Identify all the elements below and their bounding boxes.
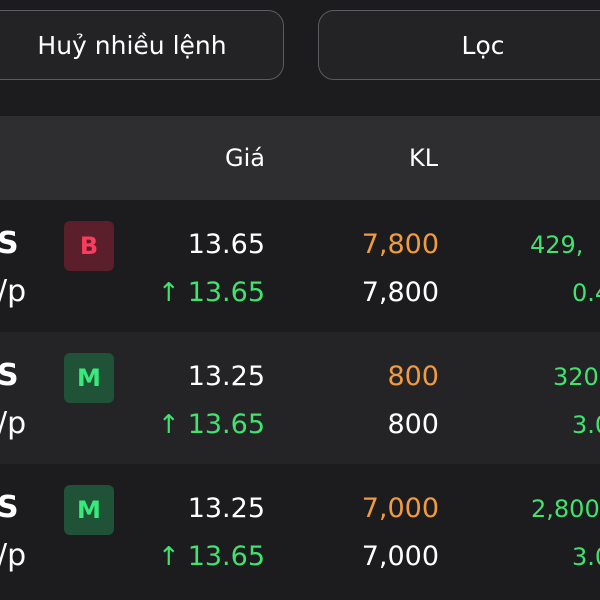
table-row[interactable]: S /p B 13.65 ↑ 13.65 7,800 7,800 429, 0.… xyxy=(0,200,600,332)
match-percent: 3.0 xyxy=(572,411,600,439)
side-badge-match: M xyxy=(64,353,114,403)
cancel-multiple-orders-label: Huỷ nhiều lệnh xyxy=(37,30,227,60)
order-volume: 7,000 xyxy=(361,493,439,524)
order-value: 320, xyxy=(553,363,600,391)
match-volume: 7,000 xyxy=(361,541,439,572)
filter-button[interactable]: Lọc xyxy=(318,10,600,80)
match-volume: 800 xyxy=(387,409,439,440)
table-row[interactable]: S /p M 13.25 ↑ 13.65 7,000 7,000 2,800, … xyxy=(0,464,600,596)
match-price: ↑ 13.65 xyxy=(158,409,265,440)
symbol-sub: /p xyxy=(0,274,27,309)
symbol-sub: /p xyxy=(0,406,27,441)
match-price-value: 13.65 xyxy=(187,541,265,572)
side-badge-buy: B xyxy=(64,221,114,271)
arrow-up-icon: ↑ xyxy=(157,541,180,572)
order-volume: 7,800 xyxy=(361,229,439,260)
side-badge-match: M xyxy=(64,485,114,535)
match-price-value: 13.65 xyxy=(187,409,265,440)
symbol: S xyxy=(0,490,19,525)
toolbar: Huỷ nhiều lệnh Lọc xyxy=(0,0,600,116)
order-volume: 800 xyxy=(387,361,439,392)
symbol: S xyxy=(0,226,19,261)
symbol-sub: /p xyxy=(0,538,27,573)
filter-label: Lọc xyxy=(461,30,505,60)
match-price: ↑ 13.65 xyxy=(158,541,265,572)
order-price: 13.25 xyxy=(187,361,265,392)
table-header: Giá KL xyxy=(0,116,600,200)
order-value: 429, xyxy=(530,231,584,259)
order-price: 13.25 xyxy=(187,493,265,524)
match-price-value: 13.65 xyxy=(187,277,265,308)
match-percent: 3.0 xyxy=(572,543,600,571)
column-header-price: Giá xyxy=(225,144,265,172)
column-header-volume: KL xyxy=(409,144,439,172)
order-book-screen: Huỷ nhiều lệnh Lọc Giá KL S /p B 13.65 ↑… xyxy=(0,0,600,600)
symbol: S xyxy=(0,358,19,393)
match-volume: 7,800 xyxy=(361,277,439,308)
arrow-up-icon: ↑ xyxy=(157,409,180,440)
cancel-multiple-orders-button[interactable]: Huỷ nhiều lệnh xyxy=(0,10,284,80)
match-percent: 0.4 xyxy=(572,279,600,307)
order-price: 13.65 xyxy=(187,229,265,260)
table-row[interactable]: S /p M 13.25 ↑ 13.65 800 800 320, 3.0 xyxy=(0,332,600,464)
arrow-up-icon: ↑ xyxy=(157,277,180,308)
match-price: ↑ 13.65 xyxy=(158,277,265,308)
order-value: 2,800, xyxy=(531,495,600,523)
